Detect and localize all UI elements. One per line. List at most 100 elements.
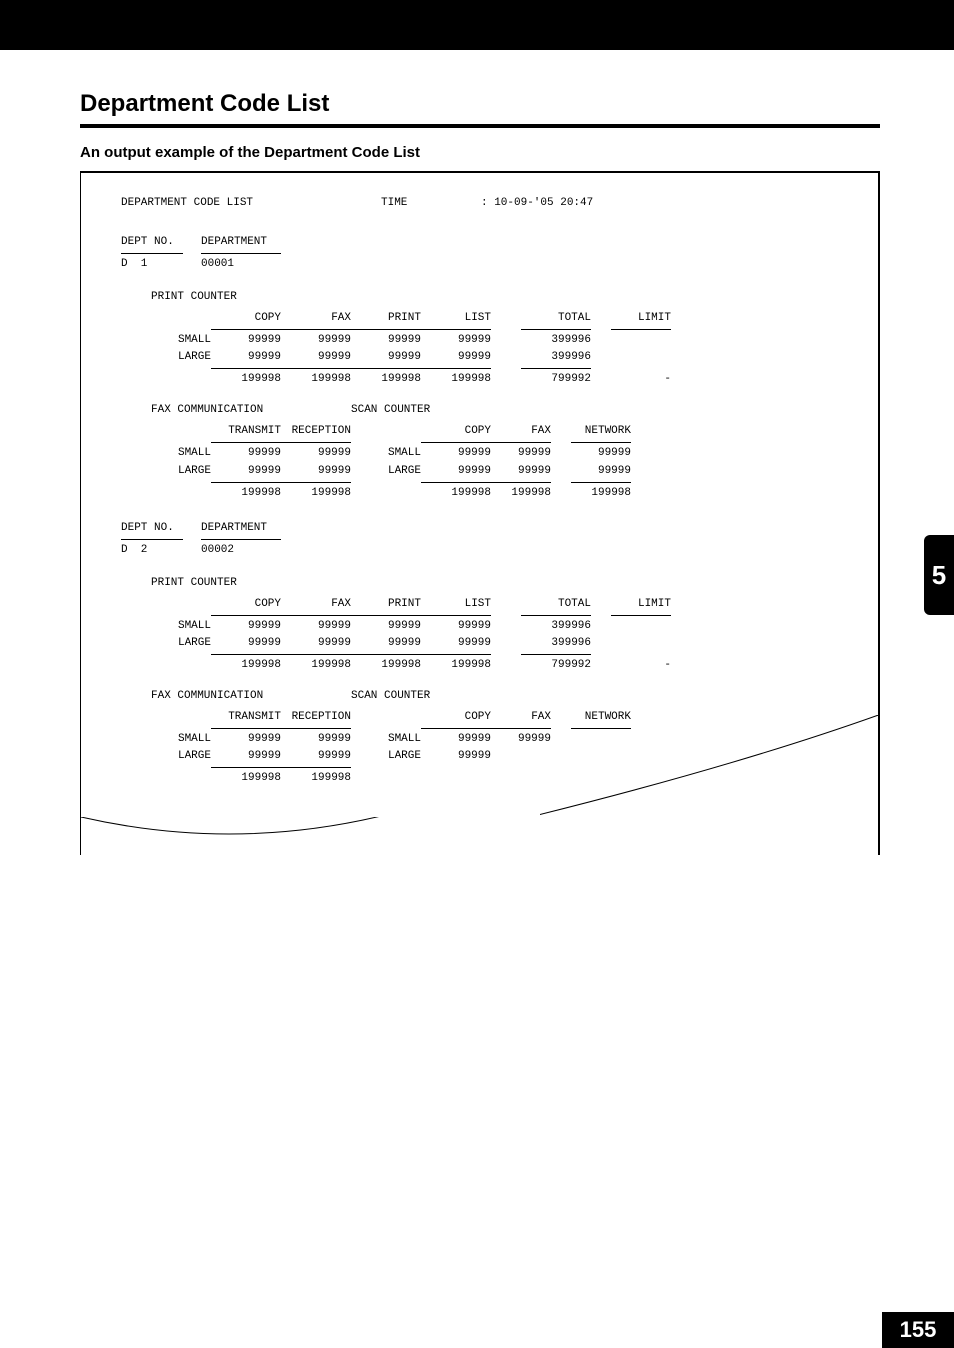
cell: 99999 — [351, 332, 421, 349]
report-title: DEPARTMENT CODE LIST — [121, 195, 381, 212]
cell: 99999 — [281, 332, 351, 349]
faxscan-headers: TRANSMITRECEPTIONCOPYFAXNETWORK — [151, 709, 858, 726]
cell: 99999 — [421, 445, 491, 462]
faxscan-small-row: SMALL9999999999SMALL999999999999999 — [151, 445, 858, 462]
faxscan-large-row: LARGE9999999999LARGE99999 — [151, 748, 858, 765]
cell: 399996 — [491, 635, 591, 652]
hdr-transmit: TRANSMIT — [211, 423, 281, 440]
chapter-tab: 5 — [924, 535, 954, 615]
faxscan-totals-row: 199998199998 — [151, 770, 858, 787]
cell: - — [591, 371, 671, 388]
report-frame: DEPARTMENT CODE LISTTIME: 10-09-'05 20:4… — [80, 171, 880, 855]
cell: 99999 — [211, 618, 281, 635]
cell: 199998 — [211, 770, 281, 787]
hdr-print: PRINT — [351, 596, 421, 613]
print-totals-row: 199998199998199998199998799992- — [151, 657, 858, 674]
lbl-large: LARGE — [351, 748, 421, 765]
hdr-copy: COPY — [211, 596, 281, 613]
cell: 99999 — [491, 731, 551, 748]
lbl-small: SMALL — [151, 332, 211, 349]
cell: 199998 — [351, 657, 421, 674]
print-small-row: SMALL99999999999999999999399996 — [151, 332, 858, 349]
cell: 99999 — [281, 748, 351, 765]
dept-no: D 2 — [121, 542, 201, 559]
dept-name: 00002 — [201, 544, 234, 556]
top-black-bar — [0, 0, 954, 50]
cell: 99999 — [351, 349, 421, 366]
cell: - — [591, 657, 671, 674]
subtitle: An output example of the Department Code… — [80, 144, 880, 161]
dept-header-labels: DEPT NO.DEPARTMENT — [121, 234, 858, 251]
lbl-large: LARGE — [151, 748, 211, 765]
cell: 99999 — [491, 445, 551, 462]
cell: 199998 — [421, 657, 491, 674]
cell: 99999 — [281, 445, 351, 462]
hdr-scan-fax: FAX — [491, 423, 551, 440]
hdr-list: LIST — [421, 310, 491, 327]
fax-comm-label: FAX COMMUNICATION — [151, 402, 351, 419]
lbl-small: SMALL — [151, 731, 211, 748]
cell: 199998 — [281, 371, 351, 388]
page-title: Department Code List — [80, 90, 880, 118]
cell: 199998 — [421, 371, 491, 388]
cell: 399996 — [491, 349, 591, 366]
faxscan-large-row: LARGE9999999999LARGE999999999999999 — [151, 463, 858, 480]
cell: 199998 — [551, 485, 631, 502]
cell: 99999 — [281, 635, 351, 652]
hdr-fax: FAX — [281, 596, 351, 613]
lbl-large: LARGE — [151, 349, 211, 366]
lbl-small: SMALL — [351, 731, 421, 748]
cell: 399996 — [491, 618, 591, 635]
faxscan-headers: TRANSMITRECEPTIONCOPYFAXNETWORK — [151, 423, 858, 440]
print-headers: COPYFAXPRINTLISTTOTALLIMIT — [151, 596, 858, 613]
cell: 199998 — [211, 657, 281, 674]
print-counter-label: PRINT COUNTER — [151, 575, 858, 592]
cell: 99999 — [211, 748, 281, 765]
page-curl-icon — [80, 817, 379, 855]
cell: 99999 — [551, 463, 631, 480]
time-value: : 10-09-'05 20:47 — [481, 197, 593, 209]
hdr-reception: RECEPTION — [281, 709, 351, 726]
cell: 399996 — [491, 332, 591, 349]
hdr-scan-copy: COPY — [421, 709, 491, 726]
cell: 99999 — [421, 635, 491, 652]
cell: 99999 — [211, 445, 281, 462]
hdr-fax: FAX — [281, 310, 351, 327]
hdr-scan-network: NETWORK — [551, 709, 631, 726]
hdr-total: TOTAL — [491, 310, 591, 327]
cell: 799992 — [491, 371, 591, 388]
dept-no-label: DEPT NO. — [121, 234, 201, 251]
dept-row: D 100001 — [121, 256, 858, 273]
cell: 99999 — [351, 618, 421, 635]
scan-counter-label: SCAN COUNTER — [351, 690, 430, 702]
hdr-copy: COPY — [211, 310, 281, 327]
cell: 99999 — [211, 463, 281, 480]
dept-row: D 200002 — [121, 542, 858, 559]
cell: 199998 — [351, 371, 421, 388]
cell: 99999 — [421, 332, 491, 349]
cell: 99999 — [421, 731, 491, 748]
dept-label: DEPARTMENT — [201, 522, 267, 534]
hdr-scan-copy: COPY — [421, 423, 491, 440]
cell: 199998 — [281, 485, 351, 502]
faxscan-totals-row: 199998199998199998199998199998 — [151, 485, 858, 502]
print-counter-label: PRINT COUNTER — [151, 289, 858, 306]
cell: 99999 — [421, 748, 491, 765]
faxscan-labels: FAX COMMUNICATIONSCAN COUNTER — [151, 402, 858, 419]
cell: 99999 — [421, 349, 491, 366]
dept-name: 00001 — [201, 258, 234, 270]
title-underline — [80, 124, 880, 128]
scan-counter-label: SCAN COUNTER — [351, 404, 430, 416]
lbl-small: SMALL — [151, 618, 211, 635]
cell: 99999 — [211, 349, 281, 366]
lbl-large: LARGE — [351, 463, 421, 480]
cell: 99999 — [281, 731, 351, 748]
cell: 199998 — [281, 657, 351, 674]
print-headers: COPYFAXPRINTLISTTOTALLIMIT — [151, 310, 858, 327]
cell: 99999 — [281, 349, 351, 366]
page-number: 155 — [882, 1312, 954, 1348]
lbl-small: SMALL — [351, 445, 421, 462]
hdr-transmit: TRANSMIT — [211, 709, 281, 726]
lbl-small: SMALL — [151, 445, 211, 462]
cell: 199998 — [421, 485, 491, 502]
